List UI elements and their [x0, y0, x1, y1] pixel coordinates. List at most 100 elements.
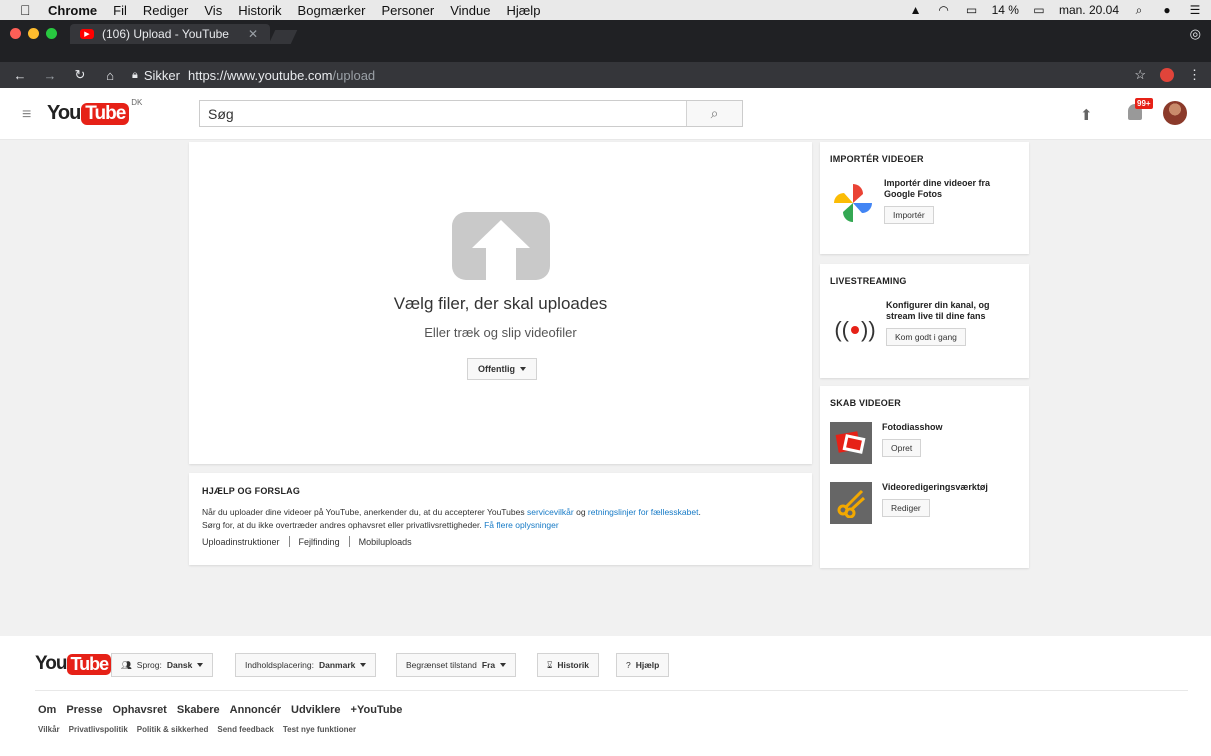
divider [35, 690, 1188, 691]
help-text-part: Når du uploader dine videoer på YouTube,… [202, 507, 527, 517]
notification-center-icon[interactable]: ☰ [1187, 3, 1203, 17]
help-text-part: . [698, 507, 701, 517]
footer-link-developers[interactable]: Udviklere [291, 704, 341, 716]
chrome-menu-icon[interactable]: ⋮ [1188, 67, 1201, 83]
community-guidelines-link[interactable]: retningslinjer for fællesskabet [588, 507, 699, 517]
search-button[interactable]: ⌕ [686, 101, 742, 126]
youtube-masthead: ≡ You Tube DK Søg ⌕ ⬆ 99+ [0, 88, 1211, 140]
upload-instructions-link[interactable]: Uploadinstruktioner [202, 537, 280, 547]
battery-percent[interactable]: 14 % [992, 3, 1019, 17]
footer-link-creators[interactable]: Skabere [177, 704, 220, 716]
restricted-value: Fra [481, 660, 496, 670]
footer-link-policy-safety[interactable]: Politik & sikkerhed [137, 725, 209, 734]
browser-tab-active[interactable]: ▶ (106) Upload - YouTube ✕ [70, 24, 270, 44]
footer-link-plus-youtube[interactable]: +YouTube [351, 704, 403, 716]
youtube-favicon-icon: ▶ [80, 29, 94, 39]
address-bar[interactable]: 🔒︎ Sikker https://www.youtube.com/upload [132, 68, 375, 83]
close-tab-icon[interactable]: ✕ [248, 27, 258, 41]
apple-menu-icon[interactable]:  [20, 2, 34, 18]
mobile-uploads-link[interactable]: Mobiluploads [359, 537, 412, 547]
learn-more-link[interactable]: Få flere oplysninger [484, 520, 559, 530]
language-value: Dansk [166, 660, 193, 670]
drive-icon[interactable]: ▲ [908, 3, 924, 17]
terms-of-service-link[interactable]: servicevilkår [527, 507, 574, 517]
restricted-mode-picker[interactable]: Begrænset tilstand Fra [396, 653, 517, 677]
google-photos-icon [832, 182, 874, 224]
slideshow-label: Fotodiasshow [882, 422, 943, 432]
minimize-window-button[interactable] [28, 28, 39, 39]
browser-tab-bar: ▶ (106) Upload - YouTube ✕ ◎ [0, 20, 1211, 62]
troubleshooting-link[interactable]: Fejlfinding [299, 537, 340, 547]
forward-icon[interactable]: → [40, 68, 60, 83]
logo-tube-text: Tube [67, 653, 112, 675]
siri-icon[interactable]: ● [1159, 3, 1175, 17]
lock-icon[interactable]: 🔒︎ [132, 69, 138, 82]
divider [348, 536, 350, 547]
search-box: Søg ⌕ [199, 100, 743, 127]
menubar-item-view[interactable]: Vis [204, 3, 222, 18]
menubar-item-history[interactable]: Historik [238, 3, 281, 18]
youtube-logo[interactable]: You Tube DK [47, 98, 142, 125]
menubar-item-edit[interactable]: Rediger [143, 3, 189, 18]
footer-youtube-logo[interactable]: You Tube [35, 653, 112, 675]
secure-label: Sikker [143, 67, 180, 83]
livestream-text: Konfigurer din kanal, og stream live til… [886, 300, 990, 321]
language-label: Sprog: [136, 660, 162, 670]
menubar-clock[interactable]: man. 20.04 [1059, 3, 1119, 17]
battery-icon[interactable]: ▭ [1031, 3, 1047, 17]
help-text: Når du uploader dine videoer på YouTube,… [202, 506, 799, 532]
history-button[interactable]: ⌛︎ Historik [537, 653, 600, 677]
notification-badge[interactable]: 99+ [1135, 98, 1153, 109]
footer-link-privacy[interactable]: Privatlivspolitik [69, 725, 128, 734]
location-label: Indholdsplacering: [245, 660, 314, 670]
language-picker[interactable]: 👥︎ Sprog: Dansk [111, 653, 214, 677]
menubar-item-people[interactable]: Personer [381, 3, 434, 18]
edit-button[interactable]: Rediger [882, 499, 930, 517]
footer-link-send-feedback[interactable]: Send feedback [217, 725, 273, 734]
privacy-dropdown[interactable]: Offentlig [467, 358, 537, 380]
menubar-item-window[interactable]: Vindue [450, 3, 490, 18]
search-input[interactable]: Søg [208, 106, 234, 122]
bookmark-star-icon[interactable]: ☆ [1134, 67, 1146, 83]
reload-icon[interactable]: ↻ [70, 67, 90, 83]
editor-label: Videoredigeringsværktøj [882, 482, 988, 492]
wifi-icon[interactable]: ◠ [936, 3, 952, 17]
livestream-heading: LIVESTREAMING [830, 276, 907, 286]
upload-icon[interactable]: ⬆ [1080, 106, 1093, 124]
import-text: Importér dine videoer fra Google Fotos [884, 178, 991, 199]
menubar-item-bookmarks[interactable]: Bogmærker [298, 3, 366, 18]
menubar-app-name[interactable]: Chrome [48, 3, 97, 18]
spotlight-icon[interactable]: ⌕ [1131, 3, 1147, 17]
zoom-window-button[interactable] [46, 28, 57, 39]
footer-link-copyright[interactable]: Ophavsret [112, 704, 166, 716]
back-icon[interactable]: ← [10, 68, 30, 83]
get-started-button[interactable]: Kom godt i gang [886, 328, 966, 346]
guide-menu-icon[interactable]: ≡ [22, 106, 31, 124]
hourglass-icon: ⌛︎ [547, 659, 553, 670]
airplay-icon[interactable]: ▭ [964, 3, 980, 17]
import-button[interactable]: Importér [884, 206, 934, 224]
close-window-button[interactable] [10, 28, 21, 39]
footer-link-press[interactable]: Presse [66, 704, 102, 716]
location-picker[interactable]: Indholdsplacering: Danmark [235, 653, 377, 677]
create-slideshow-button[interactable]: Opret [882, 439, 922, 457]
footer-link-test-new-features[interactable]: Test nye funktioner [283, 725, 356, 734]
footer-link-advertise[interactable]: Annoncér [230, 704, 281, 716]
avatar[interactable] [1163, 101, 1187, 125]
logo-you-text: You [47, 102, 81, 124]
footer-link-terms[interactable]: Vilkår [38, 725, 60, 734]
home-icon[interactable]: ⌂ [100, 68, 120, 83]
menubar-item-help[interactable]: Hjælp [506, 3, 540, 18]
menubar-item-file[interactable]: Fil [113, 3, 127, 18]
caret-down-icon [197, 663, 204, 667]
new-tab-button[interactable] [268, 30, 298, 44]
live-broadcast-icon: (()) [834, 317, 876, 342]
footer-link-about[interactable]: Om [38, 704, 56, 716]
livestreaming-card: LIVESTREAMING (()) Konfigurer din kanal,… [820, 264, 1029, 378]
help-button[interactable]: ? Hjælp [616, 653, 670, 677]
upload-dropzone[interactable]: Vælg filer, der skal uploades Eller træk… [189, 142, 812, 464]
upload-title: Vælg filer, der skal uploades [393, 294, 608, 313]
caret-down-icon [520, 367, 526, 371]
upload-arrow-icon[interactable] [452, 212, 550, 280]
extension-icon[interactable] [1160, 68, 1174, 82]
